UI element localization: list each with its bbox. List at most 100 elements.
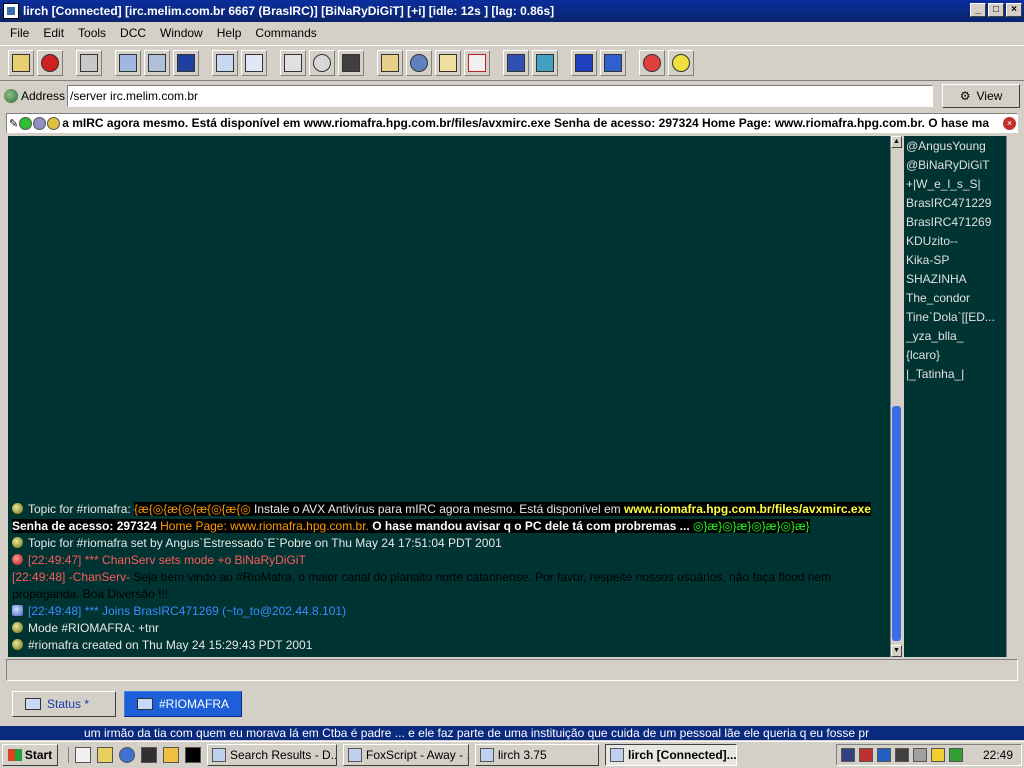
green-status-icon[interactable] bbox=[19, 116, 33, 130]
topic-body: Instale o AVX Antivírus para mIRC agora … bbox=[254, 502, 621, 516]
nick-item[interactable]: The_condor bbox=[904, 289, 1006, 308]
lightning-icon[interactable] bbox=[931, 748, 945, 762]
ignore-icon[interactable] bbox=[338, 50, 364, 76]
tab-riomafra[interactable]: #RIOMAFRA bbox=[124, 691, 242, 717]
print-icon[interactable] bbox=[280, 50, 306, 76]
outlook-icon[interactable] bbox=[97, 747, 113, 763]
nick-item[interactable]: @BiNaRyDiGiT bbox=[904, 156, 1006, 175]
nick-item[interactable]: +|W_e_l_s_S| bbox=[904, 175, 1006, 194]
tab-riomafra-label: #RIOMAFRA bbox=[159, 697, 230, 711]
settings-icon[interactable] bbox=[949, 748, 963, 762]
gray-status-icon[interactable] bbox=[33, 116, 47, 130]
scroll-down-icon[interactable]: ▼ bbox=[891, 645, 902, 657]
task-lirch-connected[interactable]: lirch [Connected]... bbox=[605, 744, 737, 766]
disconnect-icon[interactable] bbox=[37, 50, 63, 76]
nick-scrollbar[interactable] bbox=[1006, 136, 1018, 657]
scroll-up-icon[interactable]: ▲ bbox=[891, 136, 902, 148]
tile-icon[interactable] bbox=[571, 50, 597, 76]
menu-window[interactable]: Window bbox=[153, 26, 210, 40]
windows-icon[interactable] bbox=[144, 50, 170, 76]
task-label: lirch 3.75 bbox=[498, 748, 547, 762]
chat-scrollbar[interactable]: ▲ ▼ bbox=[890, 136, 902, 657]
foxscript-icon bbox=[348, 748, 362, 762]
nick-item[interactable]: BrasIRC471269 bbox=[904, 213, 1006, 232]
nick-item[interactable]: SHAZINHA bbox=[904, 270, 1006, 289]
start-button[interactable]: Start bbox=[2, 744, 58, 766]
winamp-icon[interactable] bbox=[141, 747, 157, 763]
menu-edit[interactable]: Edit bbox=[36, 26, 71, 40]
clock[interactable]: 22:49 bbox=[983, 748, 1013, 762]
nick-item[interactable]: @AngusYoung bbox=[904, 137, 1006, 156]
task-lirch[interactable]: lirch 3.75 bbox=[475, 744, 599, 766]
chat-pane[interactable]: Topic for #riomafra: {æ{◎{æ{◎{æ{◎{æ{◎ In… bbox=[8, 136, 890, 657]
nick-item[interactable]: Tine`Dola`[[ED... bbox=[904, 308, 1006, 327]
printer-icon[interactable] bbox=[913, 748, 927, 762]
text-icon[interactable] bbox=[212, 50, 238, 76]
menu-file[interactable]: File bbox=[3, 26, 36, 40]
menu-dcc[interactable]: DCC bbox=[113, 26, 153, 40]
nick-item[interactable]: {lcaro} bbox=[904, 346, 1006, 365]
address-bar: Address ⚙ View bbox=[0, 83, 1024, 109]
antivirus-icon[interactable] bbox=[877, 748, 891, 762]
notify-icon[interactable] bbox=[173, 50, 199, 76]
message-input[interactable] bbox=[6, 659, 1018, 681]
server-list-icon[interactable] bbox=[115, 50, 141, 76]
script-icon[interactable] bbox=[503, 50, 529, 76]
topic-bar: ✎ a mIRC agora mesmo. Está disponível em… bbox=[6, 113, 1018, 133]
globe-icon bbox=[4, 89, 18, 103]
maximize-button[interactable]: □ bbox=[988, 3, 1004, 17]
desktop-icon[interactable] bbox=[75, 747, 91, 763]
dcc-icon[interactable] bbox=[464, 50, 490, 76]
tab-status[interactable]: Status * bbox=[12, 691, 116, 717]
channel-list-icon[interactable] bbox=[76, 50, 102, 76]
help-icon[interactable] bbox=[639, 50, 665, 76]
channel-window-icon bbox=[137, 698, 153, 710]
view-button[interactable]: ⚙ View bbox=[942, 84, 1020, 108]
nick-item[interactable]: KDUzito-- bbox=[904, 232, 1006, 251]
edit-icon[interactable] bbox=[435, 50, 461, 76]
pen-icon[interactable] bbox=[163, 747, 179, 763]
shield-icon[interactable] bbox=[841, 748, 855, 762]
topic-prefix: Topic for #riomafra: bbox=[28, 502, 131, 516]
tools-icon[interactable] bbox=[532, 50, 558, 76]
task-search-results[interactable]: Search Results - D... bbox=[207, 744, 337, 766]
pin-icon[interactable]: ✎ bbox=[9, 117, 18, 130]
topic-message: Topic for #riomafra: {æ{◎{æ{◎{æ{◎{æ{◎ In… bbox=[10, 501, 888, 535]
taskbar: Start Search Results - D... FoxScript - … bbox=[0, 741, 1024, 768]
menu-commands[interactable]: Commands bbox=[248, 26, 323, 40]
ie-icon[interactable] bbox=[119, 747, 135, 763]
cascade-icon[interactable] bbox=[600, 50, 626, 76]
view-button-label: View bbox=[976, 89, 1003, 103]
nick-item[interactable]: Kika-SP bbox=[904, 251, 1006, 270]
nick-item[interactable]: BrasIRC471229 bbox=[904, 194, 1006, 213]
task-foxscript[interactable]: FoxScript - Away - ... bbox=[343, 744, 469, 766]
yellow-status-icon[interactable] bbox=[47, 116, 61, 130]
app-icon[interactable] bbox=[3, 3, 19, 19]
created-icon bbox=[12, 639, 23, 650]
menu-help[interactable]: Help bbox=[210, 26, 249, 40]
options-icon[interactable] bbox=[8, 50, 34, 76]
topic-link[interactable]: www.riomafra.hpg.com.br/files/avxmirc.ex… bbox=[624, 502, 871, 516]
tip-icon[interactable] bbox=[668, 50, 694, 76]
minimize-button[interactable]: _ bbox=[970, 3, 986, 17]
close-button[interactable]: × bbox=[1006, 3, 1022, 17]
address-input[interactable] bbox=[67, 85, 934, 107]
topic-home-link[interactable]: www.riomafra.hpg.com.br. bbox=[230, 519, 369, 533]
quick-launch bbox=[68, 747, 201, 763]
chat-scroll-thumb[interactable] bbox=[892, 406, 901, 641]
urls-icon[interactable] bbox=[309, 50, 335, 76]
network-icon[interactable] bbox=[859, 748, 873, 762]
log-icon[interactable] bbox=[241, 50, 267, 76]
nick-item[interactable]: |_Tatinha_| bbox=[904, 365, 1006, 384]
monitor-icon[interactable] bbox=[895, 748, 909, 762]
chat-icon[interactable] bbox=[406, 50, 432, 76]
menu-tools[interactable]: Tools bbox=[71, 26, 113, 40]
address-label: Address bbox=[21, 89, 66, 103]
nick-item[interactable]: _yza_blla_ bbox=[904, 327, 1006, 346]
topic-close-icon[interactable]: × bbox=[1003, 116, 1016, 130]
topic-tail: O hase mandou avisar q o PC dele tá com … bbox=[372, 519, 690, 533]
folder-icon[interactable] bbox=[377, 50, 403, 76]
lirch-icon bbox=[610, 748, 624, 762]
cmd-icon[interactable] bbox=[185, 747, 201, 763]
title-bar[interactable]: lirch [Connected] [irc.melim.com.br 6667… bbox=[0, 0, 1024, 22]
